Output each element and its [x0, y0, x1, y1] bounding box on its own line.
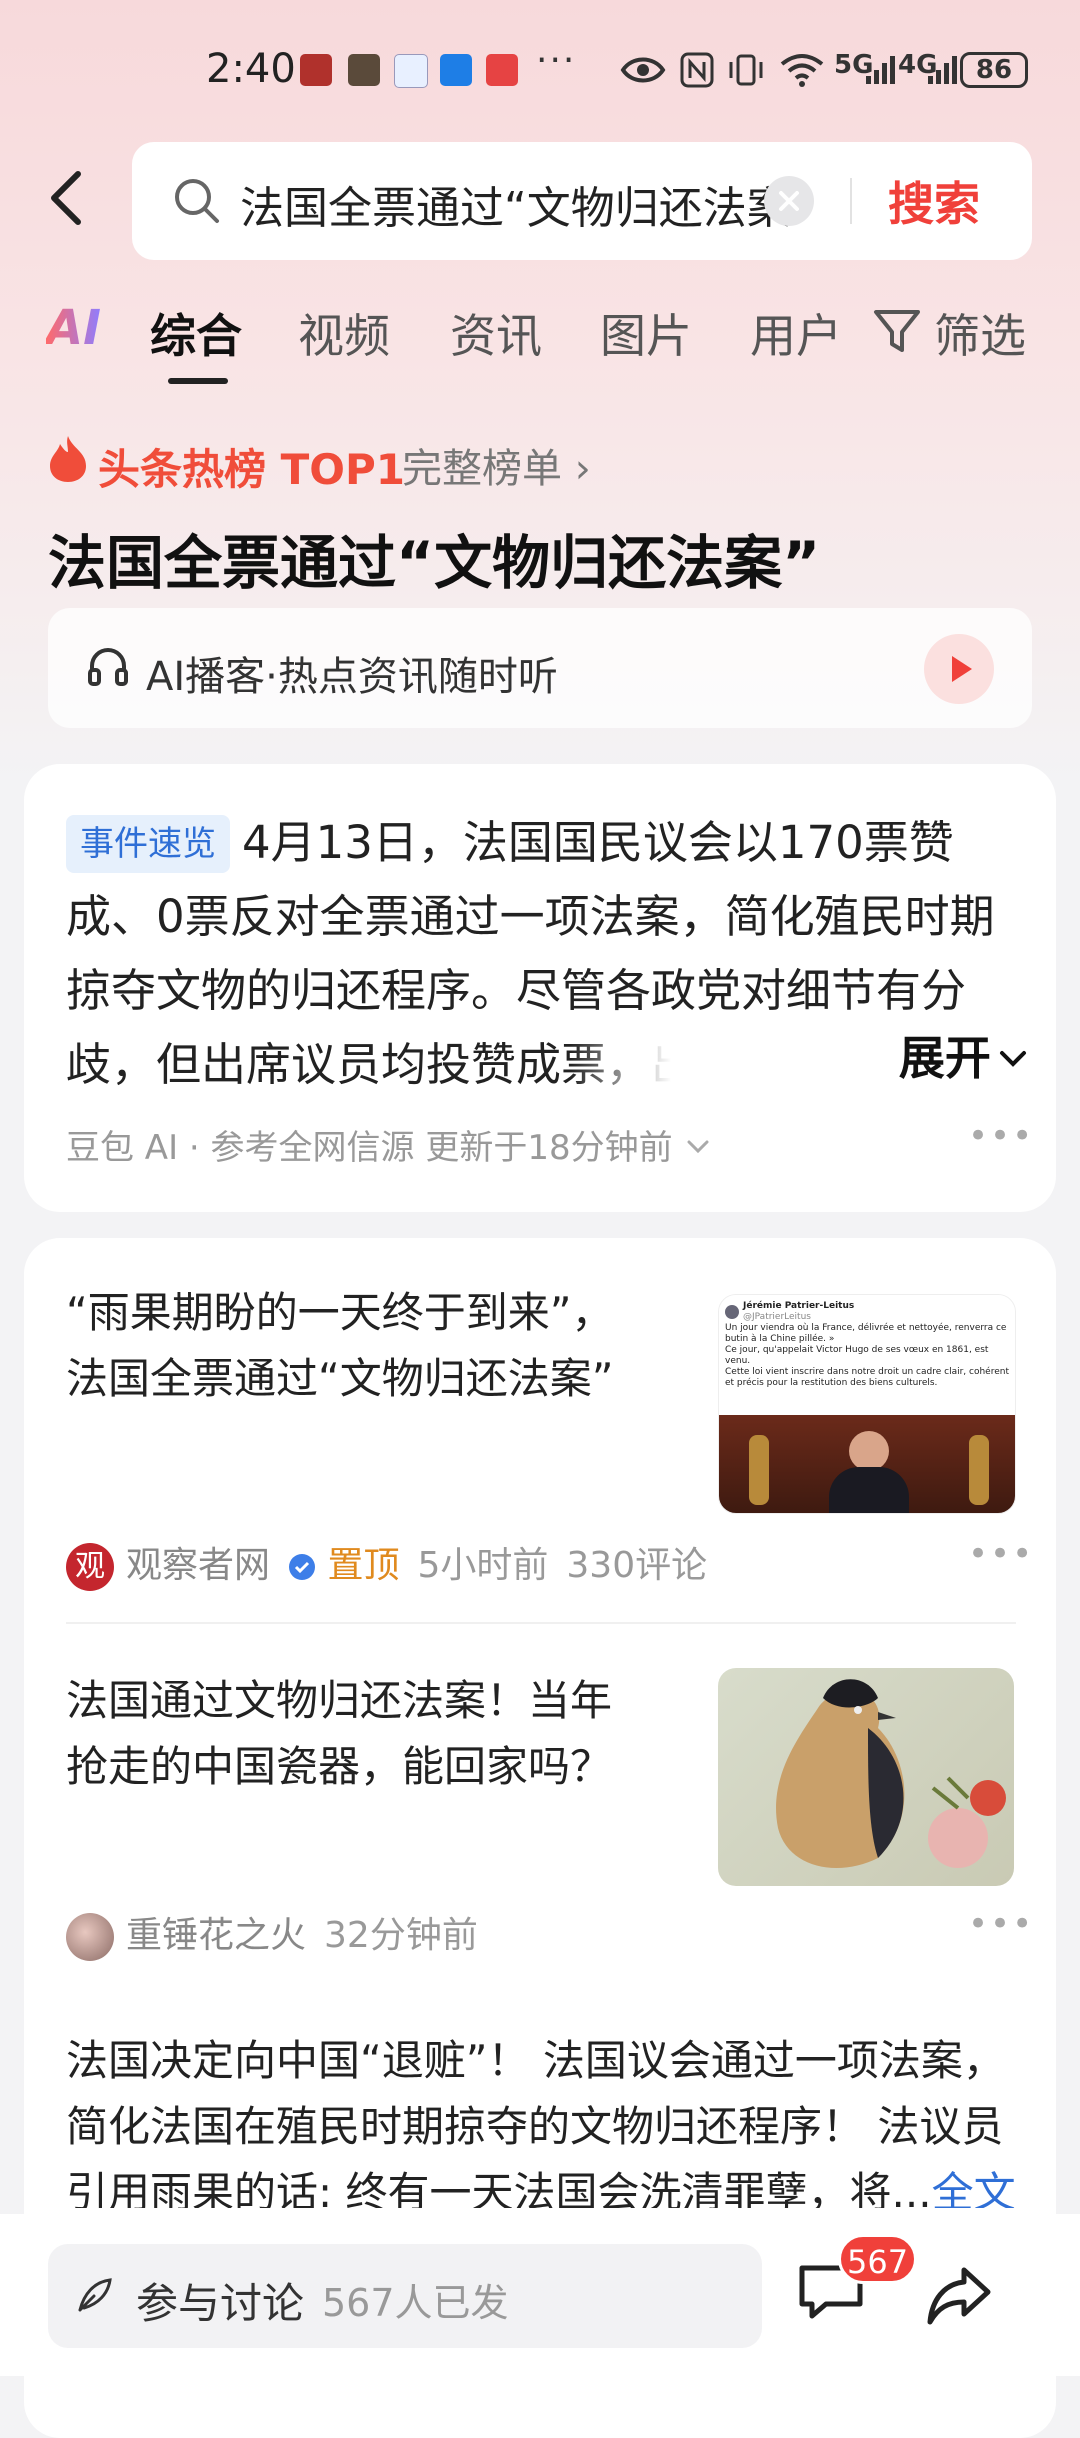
status-bar: 2:40 ··· 5G 4G 86 — [0, 40, 1080, 100]
news-item-title[interactable]: 法国通过文物归还法案！当年抢走的中国瓷器，能回家吗？ — [66, 1668, 646, 1800]
tab-users[interactable]: 用户 — [750, 300, 842, 366]
pen-icon — [78, 2278, 112, 2312]
signal-icon — [928, 56, 957, 84]
battery-indicator: 86 — [960, 52, 1028, 88]
news-meta: 重锤花之火 32分钟前 — [66, 1906, 478, 1961]
notification-app-icon — [348, 54, 380, 86]
tab-video[interactable]: 视频 — [298, 300, 390, 366]
clear-search-button[interactable] — [764, 176, 814, 226]
tweet-author: Jérémie Patrier-Leitus @JPatrierLeitus — [743, 1301, 854, 1323]
decor-left — [749, 1435, 769, 1505]
search-button[interactable]: 搜索 — [888, 168, 980, 234]
play-icon — [952, 656, 972, 682]
decor-right — [969, 1435, 989, 1505]
discuss-label: 参与讨论 — [136, 2279, 305, 2328]
speaker-body — [829, 1467, 909, 1513]
full-list-link[interactable]: 完整榜单 › — [402, 436, 591, 494]
status-time: 2:40 — [206, 46, 296, 92]
flame-icon — [50, 436, 86, 482]
tab-ai[interactable]: AI — [46, 300, 101, 356]
news-thumbnail[interactable] — [718, 1668, 1014, 1886]
more-options-icon[interactable]: ••• — [968, 1534, 1034, 1574]
post-body: 法国决定向中国“退赃”！ 法国议会通过一项法案，简化法国在殖民时期掠夺的文物归还… — [66, 2036, 1005, 2208]
vibrate-icon — [729, 54, 763, 86]
wifi-icon — [780, 54, 824, 87]
expand-label: 展开 — [898, 1031, 991, 1085]
pinned-badge: 置顶 — [327, 1545, 400, 1586]
search-divider — [850, 178, 852, 224]
join-discussion-button[interactable]: 参与讨论 567人已发 — [48, 2244, 762, 2348]
expand-button[interactable]: 展开 — [570, 1018, 1030, 1098]
filter-icon[interactable] — [872, 308, 922, 354]
news-time: 32分钟前 — [324, 1915, 478, 1956]
more-options-icon[interactable]: ••• — [968, 1904, 1034, 1944]
avatar — [725, 1305, 739, 1319]
comment-count: 330评论 — [566, 1545, 708, 1586]
speaker-head — [849, 1431, 889, 1471]
source-name[interactable]: 观察者网 — [126, 1545, 270, 1586]
tab-comprehensive[interactable]: 综合 — [150, 300, 242, 366]
back-arrow-icon[interactable] — [44, 168, 94, 228]
tweet-line: Cette loi vient inscrire dans notre droi… — [725, 1367, 1009, 1388]
summary-source: 豆包 AI · 参考全网信源 更新于18分钟前 — [66, 1128, 673, 1168]
tab-images[interactable]: 图片 — [600, 300, 692, 366]
hot-rank-label: 头条热榜 TOP1 — [98, 445, 405, 494]
assembly-photo — [719, 1415, 1015, 1513]
notification-app-icon — [300, 54, 332, 86]
chevron-down-icon — [1000, 1051, 1026, 1067]
summary-footer: 豆包 AI · 参考全网信源 更新于18分钟前 — [66, 1120, 713, 1169]
porcelain-bird-image — [776, 1679, 1006, 1868]
tweet-header: Jérémie Patrier-Leitus @JPatrierLeitus — [725, 1301, 1009, 1323]
news-meta: 观观察者网 置顶 5小时前 330评论 — [66, 1536, 707, 1591]
event-summary-card[interactable]: 事件速览 4月13日，法国国民议会以170票赞成、0票反对全票通过一项法案，简化殖… — [24, 764, 1056, 1212]
notification-app-icon — [440, 54, 472, 86]
full-text-link[interactable]: 全文 — [932, 2168, 1016, 2208]
tweet-line: Un jour viendra où la France, délivrée e… — [725, 1323, 1007, 1344]
comment-count-badge: 567 — [838, 2234, 918, 2284]
source-name[interactable]: 重锤花之火 — [126, 1915, 306, 1956]
hot-topic-title[interactable]: 法国全票通过“文物归还法案” — [48, 516, 820, 600]
headphones-icon — [88, 648, 128, 686]
play-button[interactable] — [924, 634, 994, 704]
notification-app-icon — [486, 54, 518, 86]
tab-news[interactable]: 资讯 — [450, 300, 542, 366]
tweet-screenshot: Jérémie Patrier-Leitus @JPatrierLeitus U… — [719, 1295, 1015, 1415]
verified-icon — [289, 1554, 316, 1580]
tab-filter[interactable]: 筛选 — [934, 300, 1026, 366]
search-bar[interactable]: 法国全票通过“文物归还法案” 搜索 — [132, 142, 1032, 260]
signal-icon — [866, 56, 895, 84]
podcast-label: AI播客·热点资讯随时听 — [146, 654, 558, 700]
news-time: 5小时前 — [417, 1545, 549, 1586]
source-logo: 观 — [66, 1543, 114, 1591]
search-icon — [175, 179, 219, 223]
discuss-count: 567人已发 — [322, 2281, 509, 2325]
more-notifications-icon: ··· — [536, 40, 577, 81]
more-options-icon[interactable]: ••• — [968, 1116, 1034, 1156]
post-text[interactable]: 法国决定向中国“退赃”！ 法国议会通过一项法案，简化法国在殖民时期掠夺的文物归还… — [66, 2028, 1026, 2208]
notification-app-icon — [394, 54, 428, 88]
news-item-title[interactable]: “雨果期盼的一天终于到来”，法国全票通过“文物归还法案” — [66, 1280, 646, 1412]
item-divider — [66, 1622, 1016, 1624]
active-tab-indicator — [168, 378, 228, 384]
nfc-icon — [680, 52, 714, 88]
tweet-author-handle: @JPatrierLeitus — [743, 1312, 811, 1322]
author-avatar — [66, 1913, 114, 1961]
ai-podcast-bar[interactable]: AI播客·热点资讯随时听 — [48, 608, 1032, 728]
close-icon — [779, 191, 799, 211]
share-icon[interactable] — [924, 2264, 994, 2328]
bottom-bar: 参与讨论 567人已发 567 — [0, 2214, 1080, 2376]
tweet-author-name: Jérémie Patrier-Leitus — [743, 1301, 855, 1311]
tweet-line: Ce jour, qu'appelait Victor Hugo de ses … — [725, 1345, 989, 1366]
eye-icon — [620, 57, 666, 83]
news-thumbnail[interactable]: Jérémie Patrier-Leitus @JPatrierLeitus U… — [718, 1294, 1016, 1514]
chevron-down-icon[interactable] — [683, 1135, 713, 1159]
event-overview-badge: 事件速览 — [66, 815, 230, 873]
